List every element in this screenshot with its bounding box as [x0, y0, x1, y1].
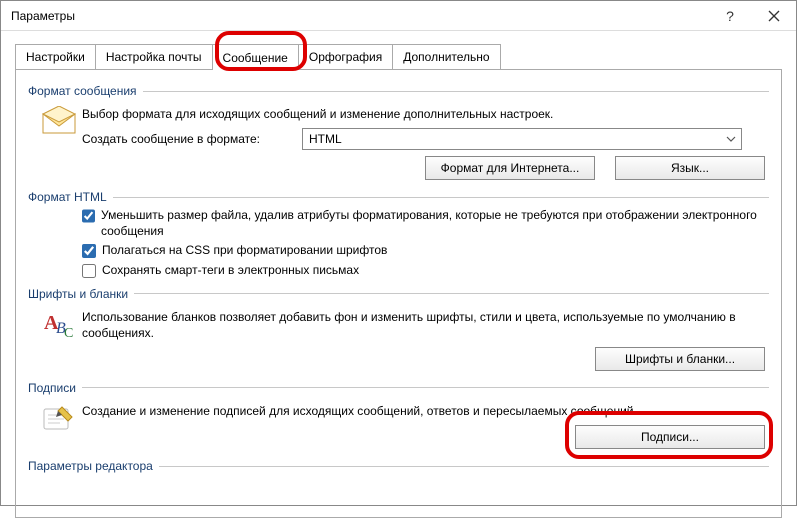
tab-mail-setup[interactable]: Настройка почты: [95, 44, 213, 69]
tab-advanced[interactable]: Дополнительно: [392, 44, 500, 69]
check-smart-tags-box[interactable]: [82, 264, 96, 278]
group-title: Формат сообщения: [28, 84, 143, 98]
group-editor: Параметры редактора: [28, 459, 769, 473]
envelope-icon: [42, 106, 76, 134]
close-button[interactable]: [752, 1, 796, 31]
format-description: Выбор формата для исходящих сообщений и …: [82, 106, 769, 122]
tab-settings[interactable]: Настройки: [15, 44, 96, 69]
signature-icon: [42, 403, 76, 433]
check-smart-tags[interactable]: Сохранять смарт-теги в электронных письм…: [82, 263, 769, 279]
dialog-content: Настройки Настройка почты Сообщение Орфо…: [1, 31, 796, 518]
language-button[interactable]: Язык...: [615, 156, 765, 180]
group-title: Шрифты и бланки: [28, 287, 134, 301]
chevron-down-icon: [721, 129, 741, 149]
close-icon: [768, 10, 780, 22]
format-combo-value: HTML: [309, 132, 342, 146]
tab-spelling[interactable]: Орфография: [298, 44, 393, 69]
check-reduce-size-box[interactable]: [82, 209, 95, 223]
tab-body: Формат сообщения Выбор формата для исход…: [15, 69, 782, 518]
group-signatures: Подписи Создание и изменение подписей дл: [28, 381, 769, 451]
check-reduce-size[interactable]: Уменьшить размер файла, удалив атрибуты …: [82, 208, 769, 239]
group-title: Подписи: [28, 381, 82, 395]
svg-text:C: C: [64, 326, 73, 339]
check-label: Уменьшить размер файла, удалив атрибуты …: [101, 208, 769, 239]
group-html-format: Формат HTML Уменьшить размер файла, удал…: [28, 190, 769, 278]
window-title: Параметры: [11, 9, 708, 23]
fonts-icon: A B C: [42, 309, 76, 339]
titlebar: Параметры ?: [1, 1, 796, 31]
format-combo[interactable]: HTML: [302, 128, 742, 150]
signatures-description: Создание и изменение подписей для исходя…: [82, 403, 769, 419]
check-css-fonts-box[interactable]: [82, 244, 96, 258]
group-message-format: Формат сообщения Выбор формата для исход…: [28, 84, 769, 182]
tab-strip: Настройки Настройка почты Сообщение Орфо…: [15, 41, 782, 69]
group-fonts: Шрифты и бланки A B C Использование блан…: [28, 287, 769, 373]
create-format-label: Создать сообщение в формате:: [82, 132, 302, 146]
fonts-description: Использование бланков позволяет добавить…: [82, 309, 769, 341]
internet-format-button[interactable]: Формат для Интернета...: [425, 156, 595, 180]
group-title: Параметры редактора: [28, 459, 159, 473]
help-button[interactable]: ?: [708, 1, 752, 31]
check-label: Сохранять смарт-теги в электронных письм…: [102, 263, 359, 279]
group-rule: [143, 91, 769, 92]
group-title: Формат HTML: [28, 190, 113, 204]
fonts-stationery-button[interactable]: Шрифты и бланки...: [595, 347, 765, 371]
check-css-fonts[interactable]: Полагаться на CSS при форматировании шри…: [82, 243, 769, 259]
tab-message[interactable]: Сообщение: [212, 44, 299, 70]
signatures-button[interactable]: Подписи...: [575, 425, 765, 449]
check-label: Полагаться на CSS при форматировании шри…: [102, 243, 387, 259]
